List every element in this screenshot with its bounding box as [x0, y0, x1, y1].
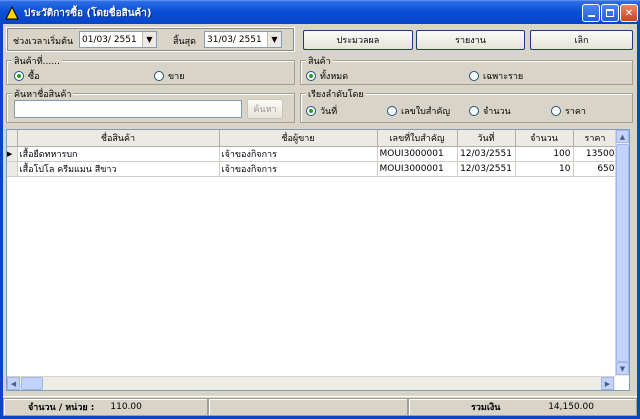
radio-buy-label: ซื้อ	[28, 72, 40, 82]
scroll-down-icon[interactable]: ▼	[616, 362, 629, 375]
table-cell[interactable]: 12/03/2551	[457, 161, 516, 177]
radio-sell-label: ขาย	[168, 72, 185, 82]
close-icon: ✕	[624, 7, 634, 19]
radio-buy[interactable]: ซื้อ	[14, 69, 40, 83]
table-cell[interactable]: 650	[573, 161, 618, 177]
process-button[interactable]: ประมวลผล	[303, 30, 413, 50]
search-input[interactable]	[14, 100, 242, 118]
radio-sort-voucher-label: เลขใบสำคัญ	[401, 107, 451, 117]
report-button[interactable]: รายงาน	[416, 30, 525, 50]
close-button[interactable]: ✕	[620, 4, 638, 22]
search-legend: ค้นหาชื่อสินค้า	[12, 87, 74, 101]
minimize-button[interactable]	[582, 4, 600, 22]
end-date-value: 31/03/ 2551	[207, 34, 262, 45]
table-header-row: ชื่อสินค้า ชื่อผู้ขาย เลขที่ใบสำคัญ วันท…	[7, 130, 618, 147]
status-bar: จำนวน / หน่วย : 110.00 รวมเงิน 14,150.00	[3, 396, 637, 416]
table-cell[interactable]: เจ้าของกิจการ	[219, 146, 378, 162]
radio-sort-date-label: วันที่	[320, 107, 338, 117]
table-cell[interactable]: 12/03/2551	[457, 146, 516, 162]
vertical-scrollbar[interactable]: ▲ ▼	[615, 130, 629, 376]
row-header	[7, 161, 18, 177]
item-type-legend: สินค้าที่......	[12, 54, 62, 68]
scroll-left-icon[interactable]: ◀	[7, 377, 20, 390]
max-icon	[606, 9, 614, 17]
radio-sort-price-label: ราคา	[565, 107, 586, 117]
table-cell[interactable]: 100	[515, 146, 574, 162]
radio-sort-voucher[interactable]: เลขใบสำคัญ	[387, 104, 450, 118]
radio-all-label: ทั้งหมด	[320, 72, 349, 82]
table-cell[interactable]: เสื้อยืดทหารบก	[17, 146, 220, 162]
radio-selected-icon	[306, 71, 316, 81]
warning-app-icon	[5, 6, 19, 20]
table-row[interactable]: เสื้อยืดทหารบก เจ้าของกิจการ MOUI3000001…	[7, 146, 618, 162]
qty-value: 110.00	[110, 402, 142, 412]
radio-unselected-icon	[469, 71, 479, 81]
end-date-label: สิ้นสุด	[173, 37, 196, 47]
radio-sell[interactable]: ขาย	[154, 69, 184, 83]
column-header[interactable]: จำนวน	[515, 130, 574, 147]
table-cell[interactable]: 13500	[573, 146, 618, 162]
maximize-button[interactable]	[601, 4, 619, 22]
radio-specific-label: เฉพาะราย	[483, 72, 524, 82]
scroll-right-icon[interactable]: ▶	[601, 377, 614, 390]
radio-specific[interactable]: เฉพาะราย	[469, 69, 523, 83]
history-grid[interactable]: ชื่อสินค้า ชื่อผู้ขาย เลขที่ใบสำคัญ วันท…	[6, 129, 630, 391]
horizontal-scroll-thumb[interactable]	[21, 377, 43, 390]
radio-selected-icon	[306, 106, 316, 116]
empty-status-cell	[208, 398, 408, 416]
chevron-down-icon[interactable]: ▼	[267, 32, 281, 47]
column-header[interactable]: ราคา	[573, 130, 618, 147]
horizontal-scrollbar[interactable]: ◀ ▶	[7, 376, 615, 390]
history-table: ชื่อสินค้า ชื่อผู้ขาย เลขที่ใบสำคัญ วันท…	[7, 130, 618, 177]
radio-sort-price[interactable]: ราคา	[551, 104, 586, 118]
radio-unselected-icon	[154, 71, 164, 81]
radio-unselected-icon	[551, 106, 561, 116]
column-header[interactable]: เลขที่ใบสำคัญ	[377, 130, 458, 147]
column-header[interactable]: ชื่อสินค้า	[17, 130, 220, 147]
table-cell[interactable]: เจ้าของกิจการ	[219, 161, 378, 177]
table-row[interactable]: เสื้อโปโล ครีมแมน สีขาว เจ้าของกิจการ MO…	[7, 161, 618, 177]
cancel-button[interactable]: เลิก	[530, 30, 633, 50]
date-range-panel: ช่วงเวลาเริ่มต้น 01/03/ 2551 ▼ สิ้นสุด 3…	[6, 27, 295, 52]
qty-label: จำนวน / หน่วย :	[28, 403, 95, 413]
radio-sort-qty-label: จำนวน	[483, 107, 511, 117]
total-value: 14,150.00	[548, 402, 594, 412]
radio-unselected-icon	[469, 106, 479, 116]
end-date-picker[interactable]: 31/03/ 2551 ▼	[204, 31, 282, 48]
table-cell[interactable]: MOUI3000001	[377, 161, 458, 177]
radio-sort-qty[interactable]: จำนวน	[469, 104, 511, 118]
title-bar[interactable]: ประวัติการซื้อ (โดยชื่อสินค้า) ✕	[0, 0, 640, 24]
start-date-label: ช่วงเวลาเริ่มต้น	[13, 37, 74, 47]
table-cell[interactable]: 10	[515, 161, 574, 177]
column-header[interactable]: ชื่อผู้ขาย	[219, 130, 378, 147]
min-icon	[587, 15, 595, 17]
column-header[interactable]: วันที่	[457, 130, 516, 147]
row-header-corner	[7, 130, 18, 147]
qty-status-cell: จำนวน / หน่วย : 110.00	[3, 398, 208, 416]
current-row-indicator-icon	[7, 146, 18, 162]
radio-sort-date[interactable]: วันที่	[306, 104, 337, 118]
search-button[interactable]: ค้นหา	[247, 99, 283, 119]
scroll-up-icon[interactable]: ▲	[616, 130, 629, 143]
item-scope-legend: สินค้า	[306, 54, 333, 68]
radio-unselected-icon	[387, 106, 397, 116]
chevron-down-icon[interactable]: ▼	[142, 32, 156, 47]
total-status-cell: รวมเงิน 14,150.00	[408, 398, 637, 416]
radio-selected-icon	[14, 71, 24, 81]
vertical-scroll-thumb[interactable]	[616, 144, 629, 362]
table-cell[interactable]: เสื้อโปโล ครีมแมน สีขาว	[17, 161, 220, 177]
table-cell[interactable]: MOUI3000001	[377, 146, 458, 162]
start-date-value: 01/03/ 2551	[82, 34, 137, 45]
start-date-picker[interactable]: 01/03/ 2551 ▼	[79, 31, 157, 48]
total-label: รวมเงิน	[471, 403, 501, 413]
radio-all[interactable]: ทั้งหมด	[306, 69, 348, 83]
item-scope-group	[300, 60, 633, 85]
sort-legend: เรียงลำดับโดย	[306, 87, 366, 101]
window-title: ประวัติการซื้อ (โดยชื่อสินค้า)	[24, 8, 152, 19]
